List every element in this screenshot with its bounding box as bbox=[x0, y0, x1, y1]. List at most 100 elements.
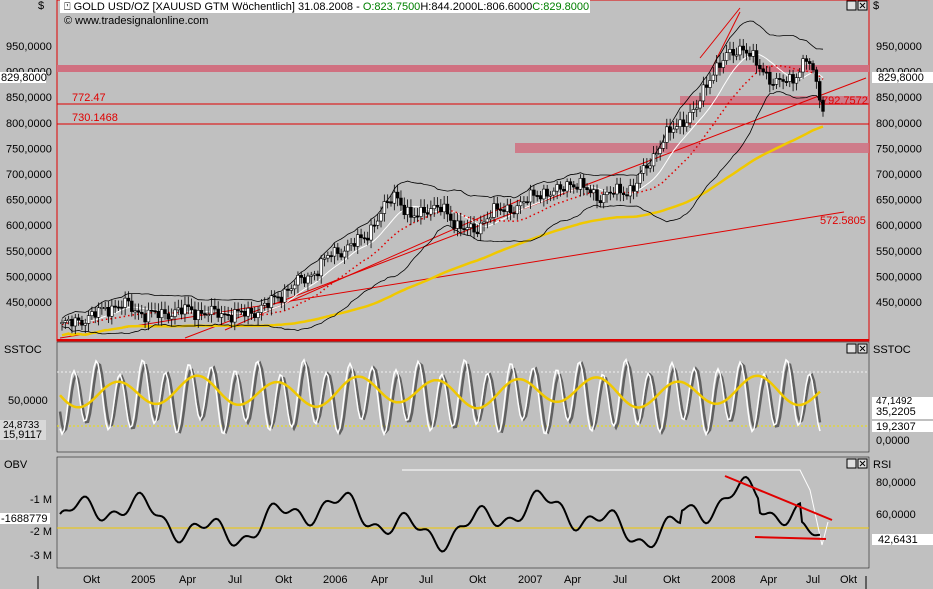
candle-body bbox=[724, 52, 729, 61]
candle-body bbox=[518, 201, 523, 207]
obv-tick-3m: -3 M bbox=[30, 550, 52, 562]
candle-body bbox=[618, 183, 622, 194]
y-tick-left: 650,0000 bbox=[6, 195, 52, 207]
annotation-572: 572.5805 bbox=[820, 215, 866, 227]
candle-body bbox=[213, 305, 217, 310]
rsi-label: RSI bbox=[873, 459, 891, 471]
candle-body bbox=[808, 61, 812, 64]
candle-body bbox=[522, 201, 526, 204]
candle-body bbox=[668, 126, 672, 133]
candle-body bbox=[455, 220, 460, 229]
chart-svg[interactable]: ⍞ GOLD USD/OZ [XAUUSD GTM Wöchentlich] 3… bbox=[0, 0, 933, 589]
obv-value: -1688779 bbox=[1, 513, 48, 525]
last-price-left: 829,8000 bbox=[1, 72, 47, 84]
candle-body bbox=[821, 99, 825, 112]
candle-body bbox=[751, 50, 755, 57]
currency-right: $ bbox=[873, 0, 879, 12]
candle-body bbox=[110, 305, 114, 317]
svg-text:⍞ GOLD USD/OZ [XAUUSD GTM Wöc: ⍞ GOLD USD/OZ [XAUUSD GTM Wöchentlich] 3… bbox=[64, 1, 589, 13]
candle-body bbox=[488, 217, 493, 220]
copyright-icon: © bbox=[64, 15, 75, 27]
candle-body bbox=[452, 220, 456, 229]
candle-body bbox=[425, 212, 430, 215]
candle-body bbox=[336, 247, 340, 254]
x-tick-label: Okt bbox=[663, 574, 680, 586]
x-tick-label: Okt bbox=[275, 574, 292, 586]
candle-body bbox=[432, 204, 436, 210]
candle-body bbox=[382, 201, 387, 214]
annotation-792: 792.7572 bbox=[822, 95, 868, 107]
candle-body bbox=[233, 309, 237, 323]
obv-tick-1m: -1 M bbox=[30, 494, 52, 506]
candle-body bbox=[804, 58, 809, 62]
candle-body bbox=[778, 78, 782, 80]
candle-body bbox=[648, 165, 652, 169]
candle-body bbox=[688, 112, 692, 124]
candle-body bbox=[788, 74, 792, 82]
rsi-value: 42,6431 bbox=[878, 534, 918, 546]
candle-body bbox=[130, 300, 134, 312]
candle-body bbox=[282, 288, 287, 303]
candle-body bbox=[625, 194, 629, 197]
candle-body bbox=[100, 307, 104, 309]
header-icon: ⍞ bbox=[64, 1, 74, 13]
candle-body bbox=[113, 305, 117, 308]
candle-body bbox=[246, 307, 250, 317]
rsi-tick-80: 80,0000 bbox=[876, 477, 916, 489]
candle-body bbox=[296, 275, 300, 286]
candle-body bbox=[342, 250, 347, 258]
candle-body bbox=[495, 203, 500, 210]
candle-body bbox=[462, 228, 466, 231]
candle-body bbox=[203, 313, 207, 316]
candle-body bbox=[621, 192, 626, 195]
candle-body bbox=[704, 84, 709, 88]
y-tick-left: 800,0000 bbox=[6, 118, 52, 130]
candle-body bbox=[738, 45, 742, 56]
candle-body bbox=[369, 224, 373, 241]
y-tick-right: 500,0000 bbox=[876, 271, 922, 283]
candle-body bbox=[249, 307, 254, 314]
x-axis: Okt 2005 Apr Jul Okt 2006 Apr Jul Okt 2007 Apr Jul O… bbox=[37, 574, 867, 589]
candle-body bbox=[289, 288, 293, 291]
candle-body bbox=[665, 126, 669, 143]
candle-body bbox=[442, 203, 446, 213]
candle-body bbox=[206, 314, 210, 316]
last-price-right: 829,8000 bbox=[878, 72, 924, 84]
candle-body bbox=[562, 188, 566, 192]
candle-body bbox=[645, 165, 649, 169]
candle-body bbox=[601, 194, 606, 204]
candle-body bbox=[276, 296, 280, 299]
candle-body bbox=[392, 191, 397, 204]
candle-body bbox=[641, 165, 646, 174]
candle-body bbox=[83, 323, 87, 326]
y-tick-right: 850,0000 bbox=[876, 92, 922, 104]
header-low: L:806.6000 bbox=[477, 1, 532, 13]
candle-body bbox=[505, 204, 510, 212]
y-tick-right: 650,0000 bbox=[876, 195, 922, 207]
candle-body bbox=[615, 183, 619, 195]
x-tick-label: Jul bbox=[228, 574, 242, 586]
header-close: C:829.8000 bbox=[532, 1, 589, 13]
candle-body bbox=[449, 213, 453, 221]
y-tick-left: 600,0000 bbox=[6, 220, 52, 232]
candle-body bbox=[731, 49, 735, 56]
candle-body bbox=[661, 142, 666, 149]
candle-body bbox=[714, 62, 719, 76]
candle-body bbox=[764, 71, 769, 74]
candle-body bbox=[223, 313, 227, 316]
x-tick-label: 2007 bbox=[518, 574, 542, 586]
minimize-icon[interactable] bbox=[846, 0, 857, 11]
candle-body bbox=[565, 181, 569, 192]
candle-body bbox=[329, 255, 333, 258]
minimize-icon[interactable] bbox=[846, 458, 857, 469]
y-tick-left: 700,0000 bbox=[6, 169, 52, 181]
minimize-icon[interactable] bbox=[846, 343, 857, 354]
candle-body bbox=[229, 315, 234, 323]
candle-body bbox=[86, 315, 91, 324]
candle-body bbox=[362, 237, 367, 240]
candle-body bbox=[146, 309, 151, 323]
candle-body bbox=[459, 220, 463, 229]
candle-body bbox=[186, 304, 190, 307]
candle-body bbox=[695, 107, 699, 110]
candle-body bbox=[309, 274, 313, 277]
